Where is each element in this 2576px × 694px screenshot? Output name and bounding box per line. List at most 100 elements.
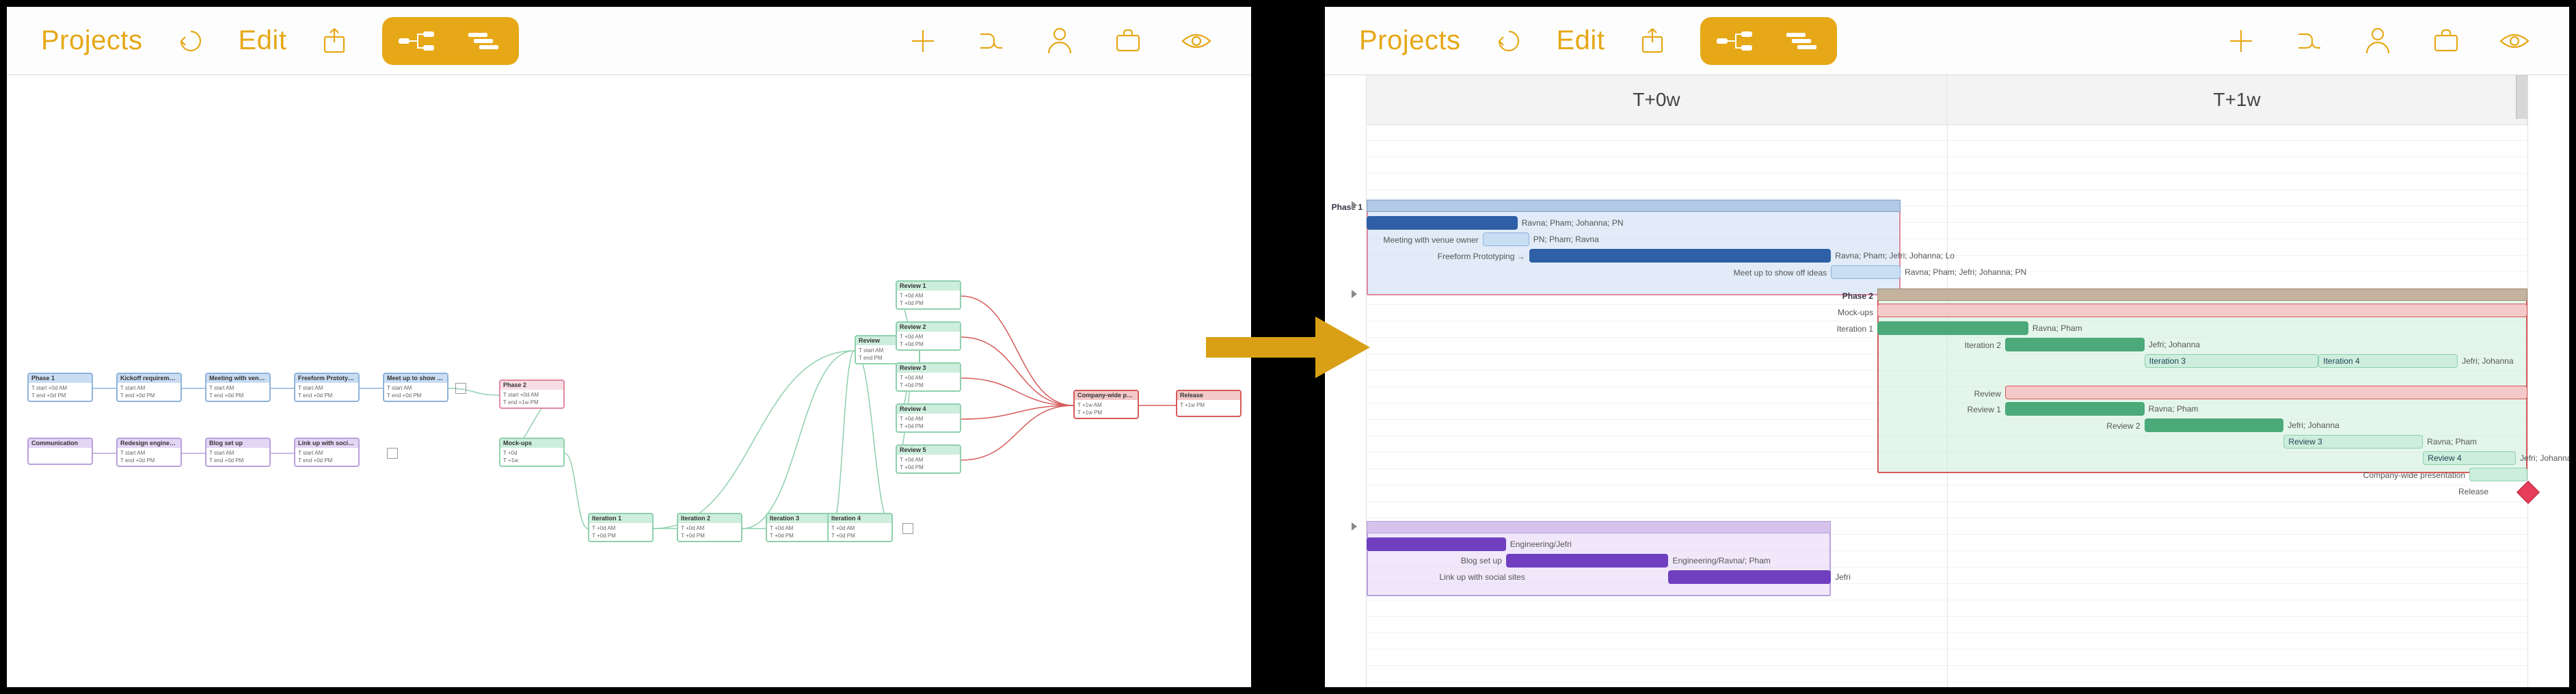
gantt-bar[interactable]: [2469, 468, 2527, 481]
view-mode-gantt[interactable]: [451, 17, 519, 65]
node-title: Iteration 1: [589, 514, 652, 523]
link-button[interactable]: [2289, 21, 2330, 62]
gantt-bar[interactable]: [1877, 321, 2028, 335]
node-title: Phase 2: [500, 381, 563, 390]
gantt-bar-caption: Jefri; Johanna: [2520, 453, 2569, 463]
network-node[interactable]: Iteration 1T +0d AMT +0d PM: [588, 513, 654, 542]
gantt-bar[interactable]: Iteration 4: [2318, 354, 2458, 368]
network-node[interactable]: Review 5T +0d AMT +0d PM: [896, 444, 961, 474]
gantt-bar[interactable]: [1367, 521, 1831, 533]
edit-button[interactable]: Edit: [1557, 21, 1605, 62]
edit-button[interactable]: Edit: [239, 21, 287, 62]
group-collapse-toggle[interactable]: [1352, 201, 1357, 209]
person-button[interactable]: [2357, 21, 2398, 62]
projects-button[interactable]: Projects: [1359, 21, 1461, 62]
network-node[interactable]: Mock-upsT +0dT +1w: [499, 438, 565, 467]
link-button[interactable]: [971, 21, 1012, 62]
gantt-bar[interactable]: [1506, 554, 1669, 568]
gantt-bar[interactable]: [2005, 386, 2527, 399]
gantt-body[interactable]: Ravna; Pham; Johanna; PNPN; Pham; RavnaR…: [1366, 124, 2528, 687]
person-button[interactable]: [1039, 21, 1080, 62]
gantt-group[interactable]: [1367, 200, 1901, 295]
network-node[interactable]: Review 2T +0d AMT +0d PM: [896, 321, 961, 351]
node-title: Phase 1: [29, 374, 92, 383]
view-mode-toggle[interactable]: [382, 17, 519, 65]
network-node[interactable]: Phase 1T start +0d AMT end +0d PM: [27, 373, 93, 402]
left-pane: Projects Edit: [7, 7, 1251, 687]
network-node[interactable]: Meeting with venue ownerT start AMT end …: [205, 373, 271, 402]
gantt-bar[interactable]: Review 4: [2423, 451, 2516, 465]
network-node[interactable]: Review 4T +0d AMT +0d PM: [896, 403, 961, 433]
gantt-bar[interactable]: [1831, 265, 1901, 279]
timeline-handle[interactable]: [2516, 75, 2527, 119]
gantt-bar[interactable]: [2145, 418, 2284, 432]
gantt-bar[interactable]: [2005, 402, 2145, 416]
network-node[interactable]: Review 1T +0d AMT +0d PM: [896, 280, 961, 310]
gantt-bar[interactable]: [1367, 200, 1901, 212]
network-canvas[interactable]: Phase 1T start +0d AMT end +0d PM Kickoff…: [7, 75, 1251, 687]
network-node[interactable]: Iteration 3T +0d AMT +0d PM: [766, 513, 831, 542]
gantt-canvas[interactable]: T+0w T+1w Ravna; Pham; Johanna; PNPN; Ph…: [1325, 75, 2569, 687]
add-button[interactable]: [902, 21, 943, 62]
node-date: T start AM: [120, 384, 178, 392]
network-node[interactable]: Link up with social sitesT start AMT end…: [294, 438, 360, 467]
group-collapse-toggle[interactable]: [1352, 290, 1357, 298]
network-node[interactable]: Iteration 2T +0d AMT +0d PM: [677, 513, 742, 542]
node-date: T +0d: [503, 449, 561, 457]
timeline-col-0: T+0w: [1367, 75, 1947, 124]
undo-button[interactable]: [170, 21, 211, 62]
gantt-bar-caption: Ravna; Pham; Jefri; Johanna; Lo: [1835, 251, 1955, 261]
gantt-bar[interactable]: [1529, 249, 1831, 263]
network-node[interactable]: Communication: [27, 438, 93, 465]
network-node[interactable]: Company-wide presentationT +1w AMT +1w P…: [1073, 390, 1139, 419]
view-mode-gantt[interactable]: [1769, 17, 1837, 65]
network-node[interactable]: Phase 2T start +0d AMT end +1w PM: [499, 379, 565, 409]
node-date: T +0d PM: [592, 532, 649, 539]
node-title: Blog set up: [206, 439, 269, 448]
group-collapse-toggle[interactable]: [1352, 522, 1357, 531]
gantt-bar[interactable]: Review 3: [2283, 435, 2423, 449]
network-node[interactable]: Iteration 4T +0d AMT +0d PM: [827, 513, 893, 542]
undo-icon: [174, 25, 207, 57]
network-node[interactable]: Freeform PrototypingT start AMT end +0d …: [294, 373, 360, 402]
milestone-marker[interactable]: [2517, 481, 2540, 504]
network-node[interactable]: Review 3T +0d AMT +0d PM: [896, 362, 961, 392]
node-date: T +0d PM: [831, 532, 889, 539]
node-date: T start +0d AM: [503, 391, 561, 399]
gantt-bar[interactable]: [2005, 338, 2145, 351]
network-node[interactable]: Kickoff requirementsT start AMT end +0d …: [116, 373, 182, 402]
network-node[interactable]: Meet up to show off ideasT start AMT end…: [383, 373, 448, 402]
briefcase-button[interactable]: [2426, 21, 2467, 62]
view-mode-network[interactable]: [1700, 17, 1769, 65]
gantt-bar[interactable]: [1877, 289, 2527, 301]
network-node[interactable]: Redesign engineering blogT start AMT end…: [116, 438, 182, 467]
gantt-bar[interactable]: [1367, 537, 1506, 551]
gantt-bar-caption: Engineering/Ravna/; Pham: [1672, 556, 1770, 565]
gantt-bar[interactable]: Iteration 3: [2145, 354, 2319, 368]
gantt-bar[interactable]: [1668, 570, 1831, 584]
view-button[interactable]: [2494, 21, 2535, 62]
node-date: T start AM: [387, 384, 444, 392]
node-title: Meeting with venue owner: [206, 374, 269, 383]
transition-arrow: [1199, 306, 1377, 388]
share-button[interactable]: [1632, 21, 1673, 62]
node-date: T +0d PM: [770, 532, 827, 539]
view-mode-toggle[interactable]: [1700, 17, 1837, 65]
gantt-bar[interactable]: [1483, 232, 1529, 246]
view-button[interactable]: [1176, 21, 1217, 62]
path-icon: [2293, 25, 2326, 57]
share-button[interactable]: [314, 21, 355, 62]
network-node[interactable]: Blog set upT start AMT end +0d PM: [205, 438, 271, 467]
view-mode-network[interactable]: [382, 17, 451, 65]
node-title: Iteration 2: [678, 514, 741, 523]
undo-button[interactable]: [1488, 21, 1529, 62]
plus-icon: [907, 25, 939, 57]
briefcase-button[interactable]: [1108, 21, 1149, 62]
gantt-bar[interactable]: [1367, 216, 1518, 230]
gantt-bar-caption: Engineering/Jefri: [1510, 539, 1572, 549]
gantt-bar[interactable]: [1877, 304, 2527, 317]
node-date: T +0d AM: [831, 524, 889, 532]
projects-button[interactable]: Projects: [41, 21, 143, 62]
network-node[interactable]: ReleaseT +1w PM: [1176, 390, 1242, 417]
add-button[interactable]: [2221, 21, 2262, 62]
